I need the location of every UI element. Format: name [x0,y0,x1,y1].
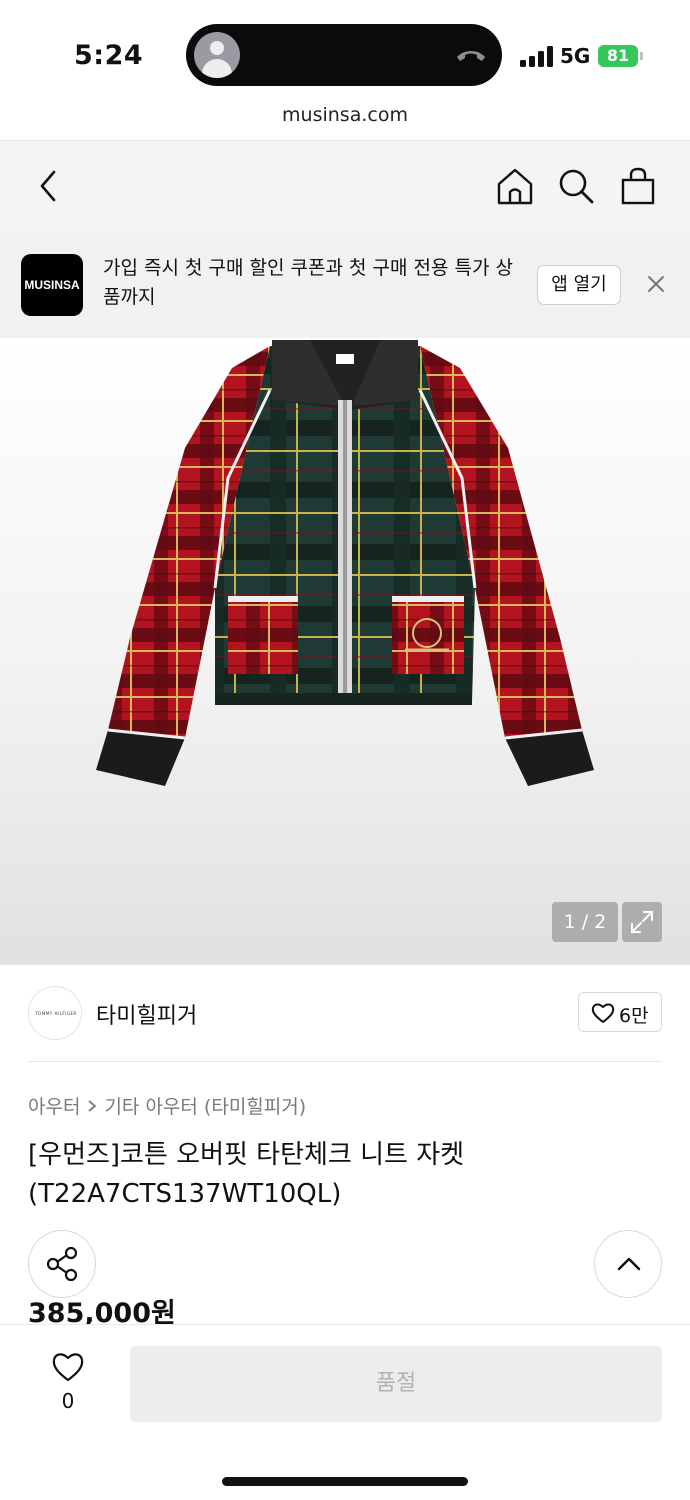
chevron-up-icon [617,1257,641,1271]
brand-like-button[interactable]: 6만 [578,992,662,1032]
home-icon[interactable] [492,163,538,209]
back-icon[interactable] [26,163,72,209]
wishlist-button[interactable]: 0 [40,1347,96,1417]
chevron-right-icon [88,1099,97,1112]
signal-icon [520,45,554,67]
heart-icon [52,1353,84,1382]
product-image-gallery[interactable]: 1 / 2 [0,338,690,965]
search-icon[interactable] [553,163,599,209]
shopping-bag-icon[interactable] [615,163,661,209]
network-type: 5G [560,44,591,68]
product-title: [우먼즈]코튼 오버핏 타탄체크 니트 자켓 (T22A7CTS137WT10Q… [28,1140,465,1209]
battery-nub [640,52,643,60]
image-pager: 1 / 2 [552,902,618,942]
status-bar: 5:24 5G 81 musinsa.com [0,0,690,126]
musinsa-logo: MUSINSA [21,254,83,316]
wishlist-count: 0 [61,1389,75,1413]
app-promo-banner: MUSINSA 가입 즉시 첫 구매 할인 쿠폰과 첫 구매 전용 특가 상품까… [0,232,690,338]
breadcrumb: 아우터 기타 아우터 (타미힐피거) [28,1092,306,1119]
scroll-top-button[interactable] [594,1230,662,1298]
status-time: 5:24 [74,40,144,71]
caller-avatar-icon [194,32,240,78]
brand-logo[interactable]: TOMMY HILFIGER [28,986,82,1040]
top-nav [0,140,690,232]
close-icon[interactable] [642,270,670,298]
address-bar-url[interactable]: musinsa.com [0,104,690,126]
brand-row[interactable]: TOMMY HILFIGER 타미힐피거 6만 [0,965,690,1061]
bottom-action-bar: 0 품절 [0,1324,690,1500]
breadcrumb-category[interactable]: 아우터 [28,1092,80,1119]
share-button[interactable] [28,1230,96,1298]
dynamic-island[interactable] [186,24,502,86]
open-app-button[interactable]: 앱 열기 [537,265,621,305]
expand-icon[interactable] [622,902,662,942]
phone-hangup-icon[interactable] [454,43,488,67]
share-icon [46,1246,78,1282]
sold-out-button[interactable]: 품절 [130,1346,662,1422]
product-photo [96,340,594,786]
brand-like-count: 6만 [619,1005,649,1027]
home-indicator[interactable] [222,1477,468,1486]
brand-name[interactable]: 타미힐피거 [96,998,197,1030]
battery-icon: 81 [598,45,638,67]
promo-text: 가입 즉시 첫 구매 할인 쿠폰과 첫 구매 전용 특가 상품까지 [103,257,513,308]
divider [28,1061,662,1062]
breadcrumb-subcategory[interactable]: 기타 아우터 (타미힐피거) [104,1092,306,1119]
heart-icon [591,1003,615,1023]
